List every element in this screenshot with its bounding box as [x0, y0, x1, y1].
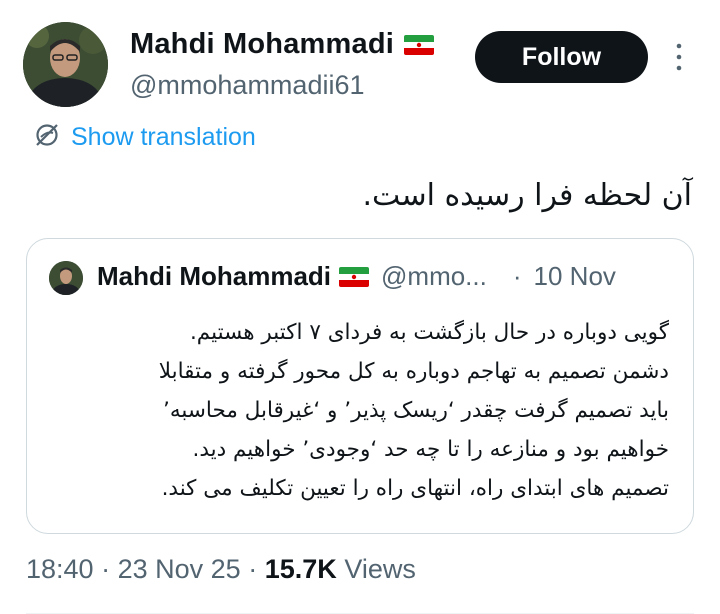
- tweet-time[interactable]: 18:40: [26, 554, 94, 584]
- quoted-author-avatar[interactable]: [49, 261, 83, 295]
- meta-separator: ·: [248, 554, 258, 584]
- quoted-text-line: خواهیم بود و منازعه را تا چه حد ‘وجودی’ …: [192, 437, 669, 462]
- quoted-text-line: باید تصمیم گرفت چقدر ‘ریسک پذیر’ و ‘غیرق…: [163, 398, 669, 423]
- quoted-separator: ·: [512, 261, 522, 291]
- author-handle[interactable]: @mmohammadii61: [130, 70, 364, 101]
- author-display-name[interactable]: Mahdi Mohammadi: [130, 28, 394, 61]
- quoted-tweet-card[interactable]: Mahdi Mohammadi @mmo... · 10 Nov گویی دو…: [26, 238, 694, 534]
- quoted-text: گویی دوباره در حال بازگشت به فردای ۷ اکت…: [49, 313, 669, 508]
- iran-flag-icon: [404, 34, 435, 55]
- iran-flag-icon: [339, 266, 370, 287]
- tweet-date[interactable]: 23 Nov 25: [118, 554, 241, 584]
- show-translation-label: Show translation: [71, 123, 256, 151]
- show-translation-link[interactable]: Show translation: [33, 121, 256, 154]
- views-count: 15.7K: [264, 554, 337, 584]
- translate-icon: [33, 121, 61, 154]
- quoted-header: Mahdi Mohammadi @mmo... · 10 Nov: [97, 261, 616, 292]
- quoted-handle: @mmo...: [381, 261, 487, 291]
- author-avatar[interactable]: [23, 22, 108, 107]
- views-label: Views: [344, 554, 416, 584]
- more-vertical-icon[interactable]: [670, 40, 688, 74]
- tweet-meta: 18:40 · 23 Nov 25 · 15.7K Views: [26, 554, 416, 585]
- quoted-date: 10 Nov: [533, 261, 616, 291]
- author-name-row: Mahdi Mohammadi: [130, 28, 435, 61]
- quoted-display-name: Mahdi Mohammadi: [97, 261, 332, 291]
- meta-separator: ·: [101, 554, 111, 584]
- quoted-text-line: دشمن تصمیم به تهاجم دوباره به کل محور گر…: [158, 359, 669, 384]
- tweet-text: آن لحظه فرا رسیده است.: [362, 178, 692, 213]
- quoted-text-line: تصمیم های ابتدای راه، انتهای راه را تعیی…: [161, 476, 669, 501]
- quoted-text-line: گویی دوباره در حال بازگشت به فردای ۷ اکت…: [189, 320, 669, 345]
- follow-button[interactable]: Follow: [475, 31, 648, 83]
